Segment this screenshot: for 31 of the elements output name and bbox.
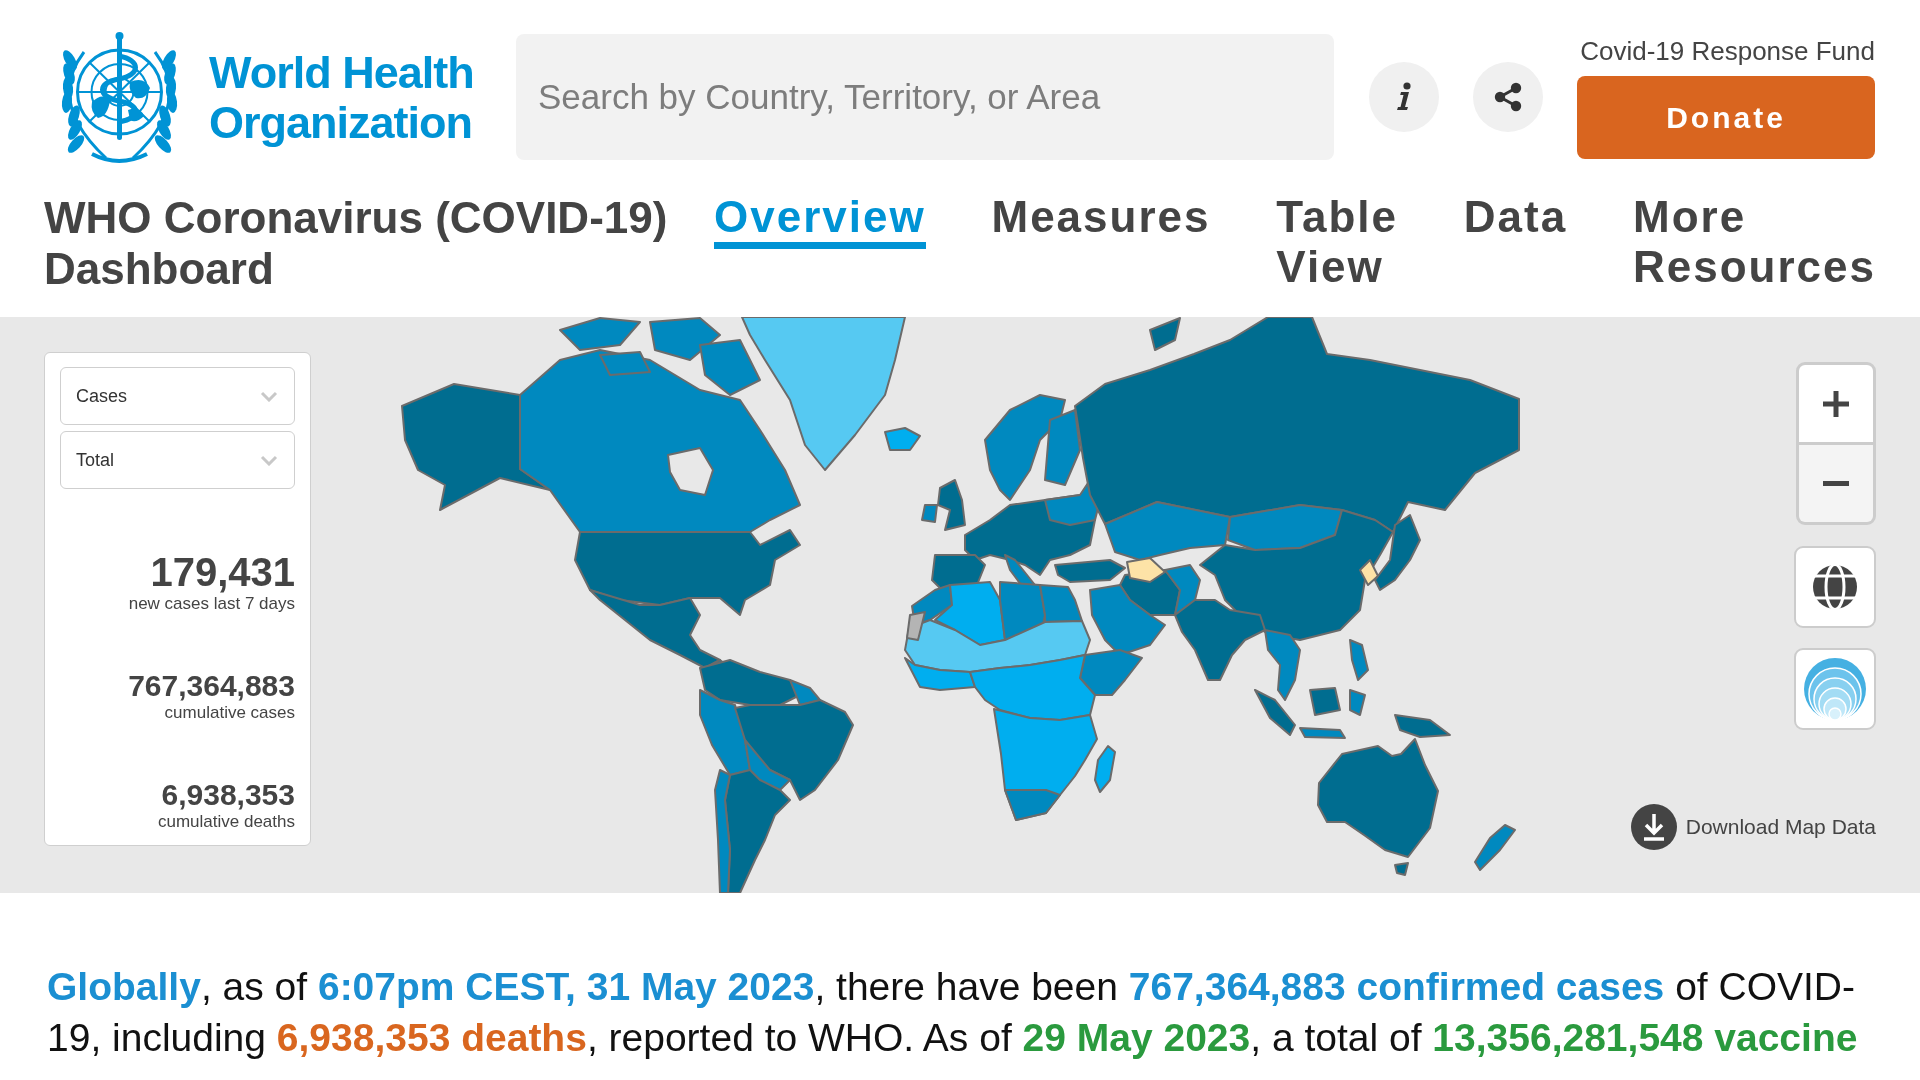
summary-paragraph: Globally, as of 6:07pm CEST, 31 May 2023, there have been 767,364,883 confirmed cases of COVID-19, including 6,938,353 deaths, reported to WHO. As of 29 May 2023, a total of 13,356,281,548 vaccine [47,964,1859,1061]
plus-icon [1823,390,1849,417]
minus-icon [1823,481,1849,486]
nav-tab[interactable]: Table View [1276,192,1398,299]
concentric-circles-icon [1804,658,1866,720]
globe-icon [1812,564,1858,610]
dropdown[interactable]: Total [60,431,295,489]
fund-label: Covid-19 Response Fund [1579,37,1875,66]
donate-button[interactable]: Donate [1577,76,1875,159]
stat-value: 179,431 [150,550,295,594]
stat-label: cumulative deaths [157,812,295,832]
download-link[interactable]: Download Map Data [1630,804,1876,850]
search-field[interactable]: Search by Country, Territory, or Area [516,34,1334,160]
globe-button[interactable] [1794,546,1876,628]
download-icon [1630,804,1677,850]
zoom-in-button[interactable] [1799,365,1873,442]
stat-label: cumulative cases [164,703,295,723]
logo-wordmark: World Health Organization [209,47,475,148]
share-icon [1493,82,1523,112]
stat-value: 767,364,883 [128,669,295,703]
info-icon [1396,82,1412,112]
nav-tab[interactable]: Measures [991,192,1211,249]
chevron-icon [260,454,278,466]
dashboard-title: WHO Coronavirus (COVID-19) Dashboard [44,192,669,294]
stat-label: new cases last 7 days [128,594,295,614]
nav-tab[interactable]: More Resources [1633,192,1876,299]
stat-value: 6,938,353 [161,778,295,812]
dropdown[interactable]: Cases [60,367,295,425]
zoom-out-button[interactable] [1799,445,1873,522]
nav-tab[interactable]: Data [1463,192,1568,249]
chevron-icon [260,390,278,402]
